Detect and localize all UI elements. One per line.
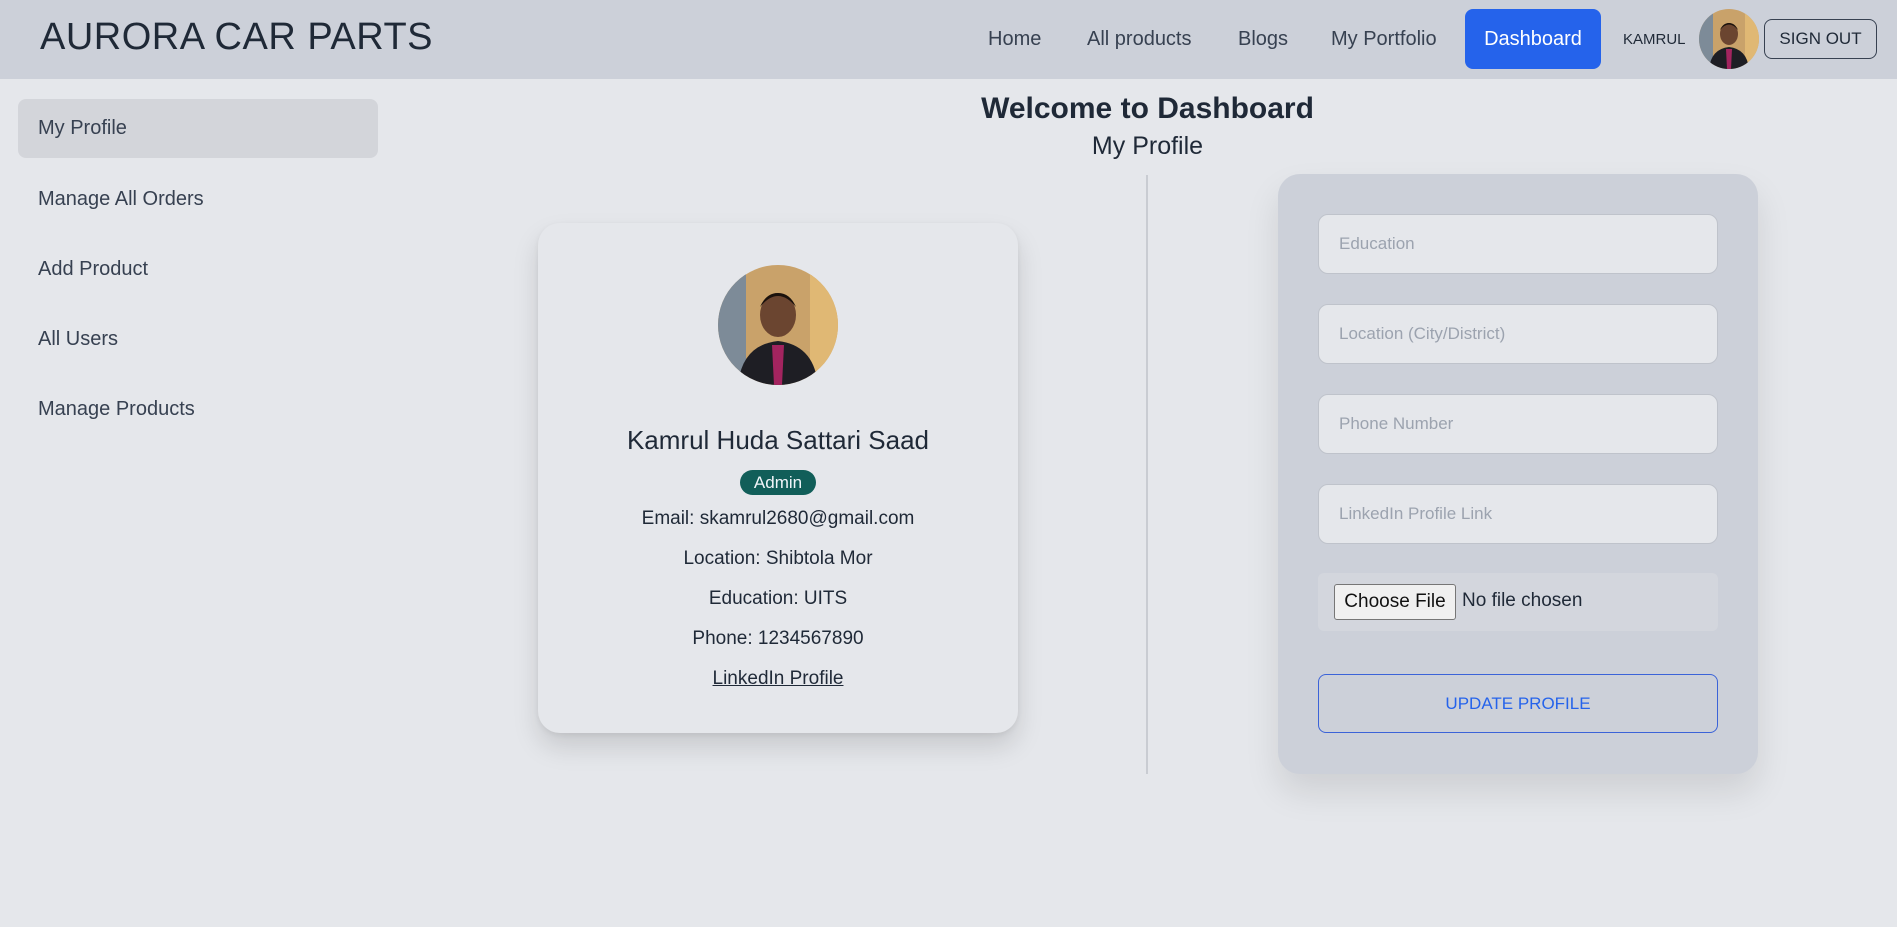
profile-linkedin-row: LinkedIn Profile <box>538 668 1018 690</box>
linkedin-input[interactable] <box>1318 484 1718 544</box>
file-status-text: No file chosen <box>1462 590 1583 611</box>
top-navbar: AURORA CAR PARTS Home All products Blogs… <box>0 0 1897 79</box>
sidebar-item-manage-products[interactable]: Manage Products <box>18 380 378 439</box>
nav-dashboard-link[interactable]: Dashboard <box>1465 9 1601 69</box>
profile-name: Kamrul Huda Sattari Saad <box>626 425 930 455</box>
profile-education: Education: UITS <box>708 588 848 609</box>
dashboard-title-text: Welcome to Dashboard <box>981 92 1314 125</box>
section-subtitle: My Profile <box>0 132 1897 161</box>
sidebar-item-all-users[interactable]: All Users <box>18 310 378 369</box>
location-input[interactable] <box>1318 304 1718 364</box>
sidebar-item-manage-all-orders[interactable]: Manage All Orders <box>18 170 378 229</box>
nav-my-portfolio-link[interactable]: My Portfolio <box>1331 28 1437 51</box>
profile-avatar <box>718 265 838 385</box>
nav-all-products-link[interactable]: All products <box>1087 28 1192 51</box>
file-upload-field: Choose File No file chosen <box>1318 573 1718 631</box>
nav-username: KAMRUL <box>1623 31 1686 48</box>
update-profile-form: Choose File No file chosen UPDATE PROFIL… <box>1278 174 1758 774</box>
profile-location: Location: Shibtola Mor <box>683 548 873 569</box>
choose-file-button[interactable]: Choose File <box>1334 584 1456 620</box>
avatar-image <box>1699 9 1759 69</box>
role-badge: Admin <box>740 470 816 495</box>
user-avatar[interactable] <box>1699 9 1759 69</box>
profile-card: Kamrul Huda Sattari Saad Admin Email: sk… <box>538 223 1018 733</box>
section-subtitle-text: My Profile <box>1091 132 1204 160</box>
update-profile-button[interactable]: UPDATE PROFILE <box>1318 674 1718 733</box>
linkedin-profile-link[interactable]: LinkedIn Profile <box>713 668 844 689</box>
nav-blogs-link[interactable]: Blogs <box>1238 28 1288 51</box>
profile-email: Email: skamrul2680@gmail.com <box>641 508 915 529</box>
sidebar-item-add-product[interactable]: Add Product <box>18 240 378 299</box>
dashboard-title: Welcome to Dashboard <box>0 92 1897 126</box>
profile-phone: Phone: 1234567890 <box>692 628 864 649</box>
phone-input[interactable] <box>1318 394 1718 454</box>
profile-photo <box>718 265 838 385</box>
nav-home-link[interactable]: Home <box>988 28 1041 51</box>
sign-out-button[interactable]: SIGN OUT <box>1764 19 1877 59</box>
education-input[interactable] <box>1318 214 1718 274</box>
brand-logo-text[interactable]: AURORA CAR PARTS <box>40 16 433 59</box>
vertical-divider <box>1146 175 1148 774</box>
